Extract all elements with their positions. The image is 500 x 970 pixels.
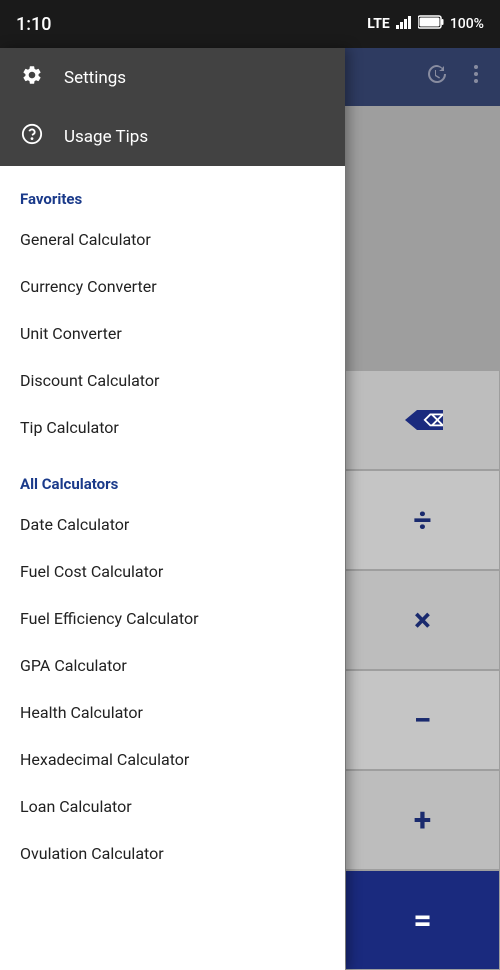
nav-ovulation-calculator[interactable]: Ovulation Calculator <box>0 830 345 877</box>
plus-button[interactable]: + <box>345 770 500 870</box>
status-right: LTE 100% <box>367 15 484 33</box>
calc-buttons: ⌫ ÷ × − + = <box>345 370 500 970</box>
drawer-content: Favorites General Calculator Currency Co… <box>0 166 345 970</box>
section-divider <box>0 451 345 467</box>
nav-date-calculator[interactable]: Date Calculator <box>0 501 345 548</box>
nav-currency-converter[interactable]: Currency Converter <box>0 263 345 310</box>
equals-symbol: = <box>413 901 431 939</box>
settings-label: Settings <box>64 68 126 88</box>
nav-unit-converter[interactable]: Unit Converter <box>0 310 345 357</box>
minus-button[interactable]: − <box>345 670 500 770</box>
multiply-button[interactable]: × <box>345 570 500 670</box>
nav-health-calculator[interactable]: Health Calculator <box>0 689 345 736</box>
lte-indicator: LTE <box>367 16 390 32</box>
nav-general-calculator[interactable]: General Calculator <box>0 216 345 263</box>
help-icon <box>20 123 44 150</box>
all-calculators-section-header: All Calculators <box>0 467 345 501</box>
signal-icon <box>396 15 412 33</box>
minus-symbol: − <box>414 701 432 739</box>
settings-icon <box>20 64 44 91</box>
nav-gpa-calculator[interactable]: GPA Calculator <box>0 642 345 689</box>
nav-fuel-efficiency-calculator[interactable]: Fuel Efficiency Calculator <box>0 595 345 642</box>
nav-hexadecimal-calculator[interactable]: Hexadecimal Calculator <box>0 736 345 783</box>
plus-symbol: + <box>414 801 431 839</box>
nav-tip-calculator[interactable]: Tip Calculator <box>0 404 345 451</box>
battery-percentage: 100% <box>450 16 484 32</box>
status-bar: 1:10 LTE 100% <box>0 0 500 48</box>
usage-tips-label: Usage Tips <box>64 127 148 147</box>
drawer-top-section: Settings Usage Tips <box>0 48 345 166</box>
usage-tips-menu-item[interactable]: Usage Tips <box>0 107 345 166</box>
nav-fuel-cost-calculator[interactable]: Fuel Cost Calculator <box>0 548 345 595</box>
divide-button[interactable]: ÷ <box>345 470 500 570</box>
svg-text:⌫: ⌫ <box>423 411 443 430</box>
status-time: 1:10 <box>16 14 51 35</box>
calculator-background: ⌫ ÷ × − + = <box>345 48 500 970</box>
scrim <box>345 48 500 106</box>
settings-menu-item[interactable]: Settings <box>0 48 345 107</box>
nav-discount-calculator[interactable]: Discount Calculator <box>0 357 345 404</box>
battery-icon <box>418 15 444 33</box>
navigation-drawer: Settings Usage Tips Favorites General Ca… <box>0 48 345 970</box>
backspace-button[interactable]: ⌫ <box>345 370 500 470</box>
divide-symbol: ÷ <box>413 501 431 539</box>
equals-button[interactable]: = <box>345 870 500 970</box>
nav-loan-calculator[interactable]: Loan Calculator <box>0 783 345 830</box>
multiply-symbol: × <box>414 601 431 639</box>
favorites-section-header: Favorites <box>0 182 345 216</box>
